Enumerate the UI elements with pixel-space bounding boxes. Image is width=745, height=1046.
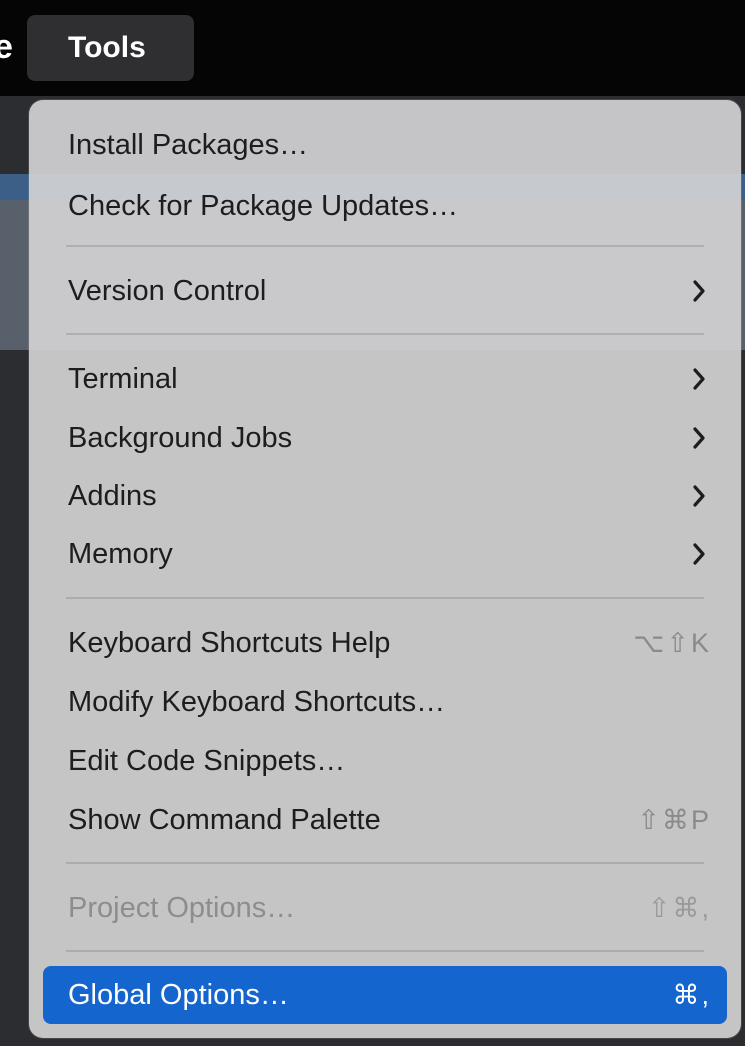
menu-separator (66, 333, 704, 335)
menu-item-background-jobs[interactable]: Background Jobs (43, 410, 727, 466)
menu-item-show-command-palette[interactable]: Show Command Palette ⇧⌘P (43, 792, 727, 848)
menu-item-shortcut: ⇧⌘P (637, 804, 711, 835)
menubar-item-tools[interactable]: Tools (27, 15, 194, 81)
menu-item-label: Global Options… (68, 978, 289, 1011)
menu-item-addins[interactable]: Addins (43, 468, 727, 524)
menu-item-label: Memory (68, 537, 173, 570)
menu-item-project-options: Project Options… ⇧⌘, (43, 880, 727, 936)
menu-item-edit-code-snippets[interactable]: Edit Code Snippets… (43, 733, 727, 789)
menu-item-label: Background Jobs (68, 421, 293, 454)
menu-item-label: Project Options… (68, 891, 296, 924)
chevron-right-icon (687, 539, 711, 569)
chevron-right-icon (687, 364, 711, 394)
menu-item-label: Edit Code Snippets… (68, 744, 346, 777)
menu-item-keyboard-shortcuts-help[interactable]: Keyboard Shortcuts Help ⌥⇧K (43, 615, 727, 671)
tools-dropdown-menu: Install Packages… Check for Package Upda… (29, 100, 741, 1038)
menu-item-memory[interactable]: Memory (43, 526, 727, 582)
menu-item-label: Addins (68, 479, 157, 512)
menu-item-shortcut: ⇧⌘, (647, 892, 711, 923)
menu-separator (66, 950, 704, 952)
menubar-item-label: Tools (68, 31, 146, 64)
chevron-right-icon (687, 423, 711, 453)
menu-item-global-options[interactable]: Global Options… ⌘, (43, 966, 727, 1024)
menu-item-modify-keyboard-shortcuts[interactable]: Modify Keyboard Shortcuts… (43, 674, 727, 730)
menu-item-check-package-updates[interactable]: Check for Package Updates… (43, 178, 727, 234)
menu-item-label: Terminal (68, 362, 178, 395)
menubar-item-previous[interactable]: e (0, 28, 13, 67)
menu-item-shortcut: ⌥⇧K (633, 627, 711, 658)
menu-item-label: Install Packages… (68, 128, 309, 161)
menu-separator (66, 862, 704, 864)
menu-item-label: Check for Package Updates… (68, 189, 459, 222)
menu-separator (66, 245, 704, 247)
menu-item-label: Version Control (68, 274, 267, 307)
menu-separator (66, 597, 704, 599)
chevron-right-icon (687, 481, 711, 511)
menu-item-terminal[interactable]: Terminal (43, 351, 727, 407)
menu-item-label: Keyboard Shortcuts Help (68, 626, 391, 659)
menu-item-shortcut: ⌘, (672, 979, 711, 1010)
screen: e Tools Install Packages… Check for Pack… (0, 0, 745, 1046)
menu-item-label: Show Command Palette (68, 803, 381, 836)
menu-item-version-control[interactable]: Version Control (43, 263, 727, 319)
chevron-right-icon (687, 276, 711, 306)
menu-item-label: Modify Keyboard Shortcuts… (68, 685, 446, 718)
menu-item-install-packages[interactable]: Install Packages… (43, 117, 727, 173)
